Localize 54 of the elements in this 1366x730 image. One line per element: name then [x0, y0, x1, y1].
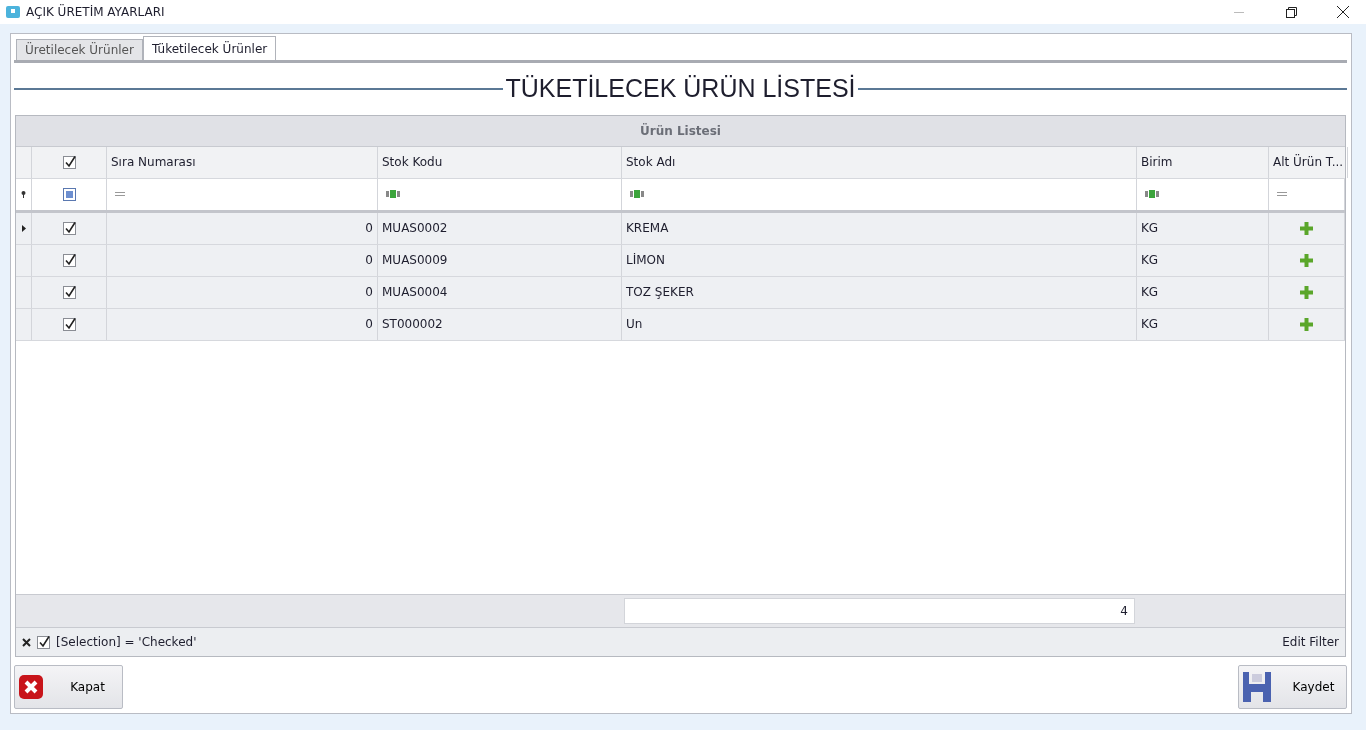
checkbox[interactable] — [62, 253, 76, 267]
tab[interactable]: Üretilecek Ürünler — [16, 39, 143, 60]
checkbox[interactable] — [62, 285, 76, 299]
table-cell: 0 — [365, 221, 373, 236]
checkbox[interactable] — [62, 221, 76, 235]
column-header[interactable]: Stok Adı — [626, 155, 676, 170]
table-cell: 0 — [365, 285, 373, 300]
equals-icon — [115, 192, 125, 197]
filter-text: [Selection] = 'Checked' — [56, 635, 198, 649]
checkbox[interactable] — [62, 155, 76, 169]
plus-icon[interactable] — [1300, 285, 1313, 299]
close-form-button[interactable]: Kapat — [14, 665, 123, 709]
clear-filter-icon[interactable] — [22, 637, 31, 647]
save-button[interactable]: Kaydet — [1238, 665, 1347, 709]
table-cell: KG — [1141, 253, 1159, 268]
cancel-icon — [19, 675, 43, 699]
table-cell: MUAS0004 — [382, 285, 448, 300]
table-cell: MUAS0009 — [382, 253, 448, 268]
window-title: AÇIK ÜRETİM AYARLARI — [26, 5, 166, 19]
filter-checkbox[interactable] — [62, 187, 76, 201]
table-cell: 0 — [365, 317, 373, 332]
plus-icon[interactable] — [1300, 253, 1313, 267]
app-icon — [6, 6, 20, 18]
minimize-icon — [1234, 11, 1244, 13]
restore-icon — [1285, 6, 1297, 18]
checkbox[interactable] — [62, 317, 76, 331]
table-cell: KG — [1141, 285, 1159, 300]
plus-icon[interactable] — [1300, 317, 1313, 331]
column-header[interactable]: Birim — [1141, 155, 1173, 170]
text-filter-icon — [630, 190, 644, 199]
plus-icon[interactable] — [1300, 221, 1313, 235]
equals-icon — [1277, 192, 1287, 197]
table-cell: KG — [1141, 221, 1159, 236]
table-cell: ST000002 — [382, 317, 443, 332]
row-count-summary: 4 — [624, 598, 1135, 624]
table-cell: LİMON — [626, 253, 665, 268]
table-cell: KREMA — [626, 221, 669, 236]
group-header: Ürün Listesi — [16, 115, 1345, 147]
table-cell: KG — [1141, 317, 1159, 332]
close-icon — [1337, 6, 1349, 18]
column-header[interactable]: Stok Kodu — [382, 155, 443, 170]
pin-icon — [21, 190, 26, 198]
checkbox[interactable] — [37, 635, 50, 649]
column-header[interactable]: Alt Ürün T... — [1273, 155, 1344, 170]
text-filter-icon — [1145, 190, 1159, 199]
edit-filter-link[interactable]: Edit Filter — [1282, 635, 1339, 649]
table-cell: TOZ ŞEKER — [626, 285, 694, 300]
table-cell: Un — [626, 317, 643, 332]
table-cell: MUAS0002 — [382, 221, 448, 236]
column-header[interactable]: Sıra Numarası — [111, 155, 196, 170]
list-heading: TÜKETİLECEK ÜRÜN LİSTESİ — [504, 74, 857, 104]
text-filter-icon — [386, 190, 400, 199]
tab[interactable]: Tüketilecek Ürünler — [142, 36, 277, 60]
table-cell: 0 — [365, 253, 373, 268]
